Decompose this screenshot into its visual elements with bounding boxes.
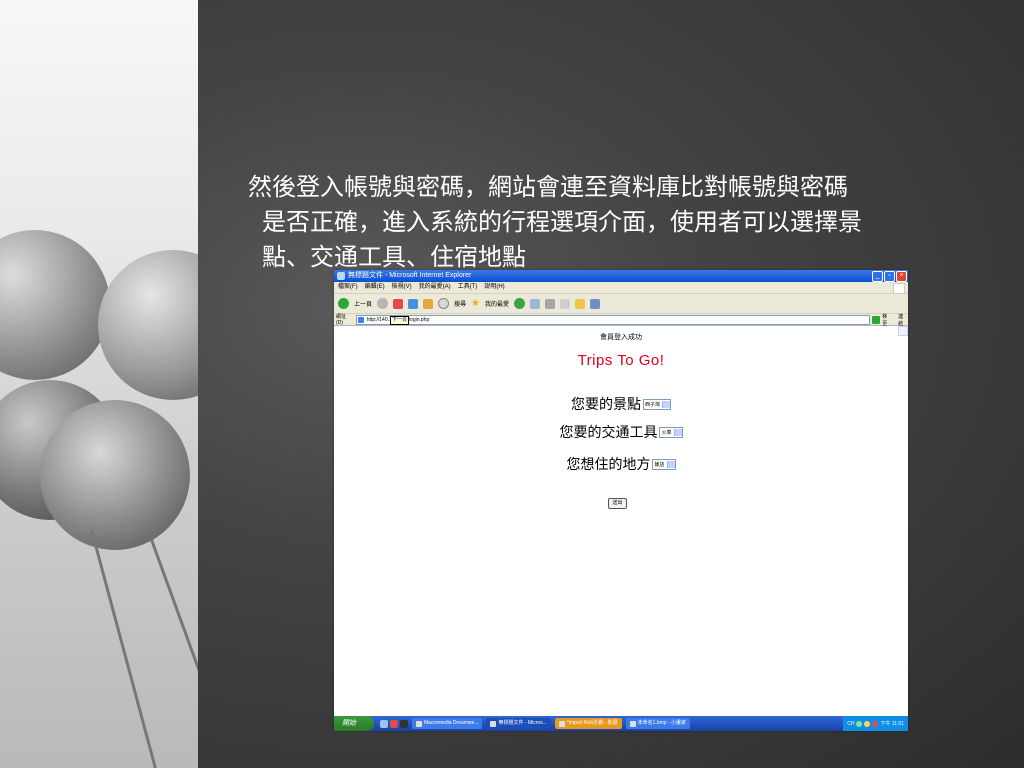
browser-toolbar: 上一頁 搜尋 ★ 我的最愛	[334, 294, 908, 314]
edit-icon[interactable]	[560, 298, 571, 309]
back-arrow-icon[interactable]	[338, 298, 349, 309]
menu-view[interactable]: 檢視(V)	[392, 282, 412, 293]
select-value: 飯店	[654, 461, 665, 468]
windows-taskbar: 開始 Macromedia Dreamwe... 無標題文件 - Micros.…	[334, 716, 908, 731]
attraction-select[interactable]: 西子灣	[642, 398, 671, 410]
form-row-lodging: 您想住的地方 飯店	[334, 454, 908, 474]
chevron-down-icon	[673, 428, 682, 436]
start-button[interactable]: 開始	[334, 716, 374, 731]
home-icon[interactable]	[423, 298, 434, 309]
pin-ball-top	[0, 230, 110, 380]
pin-ball-bottom	[40, 400, 190, 550]
volume-icon[interactable]	[864, 720, 871, 727]
select-value: 西子灣	[644, 401, 660, 408]
submit-button[interactable]: 送出	[608, 498, 627, 509]
app-icon	[558, 720, 565, 727]
favorites-button-label[interactable]: 我的最愛	[485, 299, 509, 308]
stop-icon[interactable]	[393, 298, 404, 309]
page-icon	[357, 316, 364, 323]
favorites-star-icon[interactable]: ★	[471, 298, 480, 309]
slide-text-line: 是否正確，進入系統的行程選項介面，使用者可以選擇景	[262, 208, 862, 236]
address-label: 網址(D)	[336, 314, 347, 326]
maximize-button[interactable]: ▫	[884, 271, 895, 282]
close-button[interactable]: ×	[896, 271, 907, 282]
language-indicator[interactable]: CH	[847, 721, 854, 727]
app-icon	[629, 720, 636, 727]
chevron-down-icon	[662, 400, 670, 408]
quick-launch	[380, 719, 408, 728]
app-icon	[416, 720, 422, 727]
form-row-transport: 您要的交通工具 火車	[334, 422, 908, 442]
clock: 下午 11:01	[880, 721, 904, 727]
field-label: 您要的交通工具	[559, 425, 658, 441]
forward-arrow-icon[interactable]	[377, 298, 389, 309]
background-photo-pins	[0, 0, 198, 768]
go-arrow-icon	[872, 315, 881, 324]
system-tray: CH 下午 11:01	[843, 716, 908, 731]
mail-icon[interactable]	[530, 298, 541, 309]
taskbar-item-label: 未命名1.bmp - 小畫家	[637, 720, 686, 726]
search-button-label[interactable]: 搜尋	[454, 299, 466, 308]
address-input[interactable]: http://140.117.**/**/login.php	[355, 314, 871, 325]
ie-icon	[337, 272, 345, 280]
window-titlebar: 無標題文件 - Microsoft Internet Explorer _ ▫ …	[334, 270, 908, 282]
chevron-down-icon	[666, 460, 675, 468]
media-icon[interactable]	[400, 719, 408, 728]
taskbar-item[interactable]: 未命名1.bmp - 小畫家	[625, 718, 690, 729]
login-status-text: 會員登入成功	[600, 334, 642, 341]
slide-body-text: 然後登入帳號與密碼，網站會連至資料庫比對帳號與密碼 是否正確，進入系統的行程選項…	[248, 170, 988, 275]
page-title: Trips To Go!	[577, 352, 665, 369]
taskbar-item[interactable]: *import Rob計劃 - 影展	[554, 718, 622, 729]
address-bar: 網址(D) http://140.117.**/**/login.php 移至 …	[334, 313, 908, 327]
form-row-attraction: 您要的景點 西子灣	[334, 394, 908, 414]
menu-tools[interactable]: 工具(T)	[458, 282, 478, 293]
go-button[interactable]: 移至	[872, 313, 892, 327]
browser-window-screenshot: 無標題文件 - Microsoft Internet Explorer _ ▫ …	[334, 270, 908, 731]
window-title: 無標題文件 - Microsoft Internet Explorer	[348, 272, 472, 279]
refresh-icon[interactable]	[408, 298, 419, 309]
app-icon	[490, 720, 497, 727]
network-icon[interactable]	[856, 720, 863, 727]
ie-quick-icon[interactable]	[390, 719, 398, 728]
taskbar-item-label: *import Rob計劃 - 影展	[566, 720, 618, 726]
desktop-icon[interactable]	[380, 719, 388, 728]
taskbar-item-label: Macromedia Dreamwe...	[424, 720, 479, 726]
minimize-button[interactable]: _	[872, 271, 883, 282]
taskbar-item[interactable]: Macromedia Dreamwe...	[412, 718, 483, 729]
folder-icon[interactable]	[575, 298, 586, 309]
slide-text-line: 然後登入帳號與密碼，網站會連至資料庫比對帳號與密碼	[248, 173, 848, 201]
messenger-icon[interactable]	[590, 298, 601, 309]
back-button-label[interactable]: 上一頁	[354, 299, 372, 308]
field-label: 您想住的地方	[566, 457, 651, 473]
menu-file[interactable]: 檔案(F)	[338, 282, 358, 293]
field-label: 您要的景點	[570, 397, 641, 413]
lodging-select[interactable]: 飯店	[652, 458, 676, 470]
taskbar-item-label: 無標題文件 - Micros...	[498, 720, 547, 726]
menu-favorites[interactable]: 我的最愛(A)	[419, 282, 451, 293]
menu-help[interactable]: 說明(H)	[484, 282, 504, 293]
transport-select[interactable]: 火車	[659, 426, 683, 438]
tooltip: 下一頁	[390, 316, 410, 325]
print-icon[interactable]	[545, 298, 556, 309]
history-icon[interactable]	[514, 298, 526, 309]
links-label[interactable]: 連結	[898, 313, 908, 327]
pin-stick	[150, 538, 198, 768]
windows-flag-icon	[893, 283, 905, 294]
menu-bar: 檔案(F) 編輯(E) 檢視(V) 我的最愛(A) 工具(T) 說明(H)	[334, 282, 908, 294]
pin-ball-middle	[98, 250, 198, 400]
taskbar-item[interactable]: 無標題文件 - Micros...	[486, 718, 551, 729]
page-content: 會員登入成功 Trips To Go! 您要的景點 西子灣 您要的交通工具 火車…	[334, 326, 908, 722]
go-button-label: 移至	[882, 313, 888, 327]
pin-stick	[90, 529, 161, 768]
select-value: 火車	[661, 429, 672, 436]
security-icon[interactable]	[872, 720, 879, 727]
search-icon[interactable]	[438, 298, 450, 309]
menu-edit[interactable]: 編輯(E)	[365, 282, 385, 293]
